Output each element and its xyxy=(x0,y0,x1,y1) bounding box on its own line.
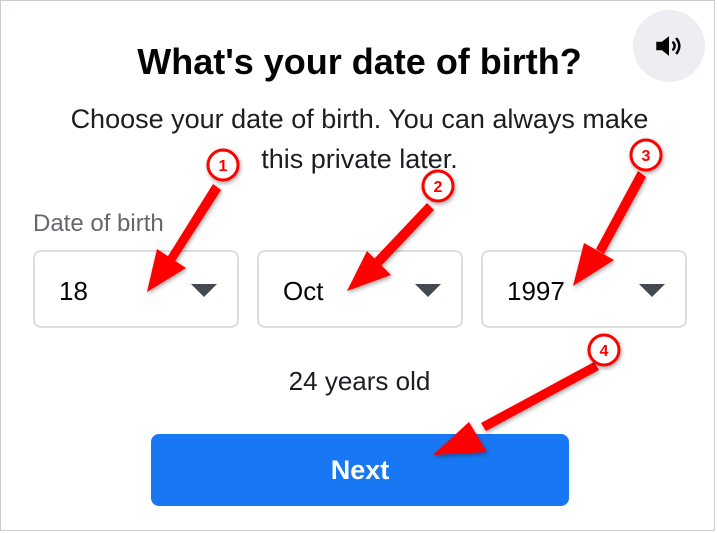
age-text: 24 years old xyxy=(288,366,431,396)
subtitle: Choose your date of birth. You can alway… xyxy=(41,99,678,179)
chevron-down-icon xyxy=(191,284,217,297)
subtitle-line-2: this private later. xyxy=(261,144,458,174)
subtitle-line-1: Choose your date of birth. You can alway… xyxy=(70,104,649,134)
month-select[interactable]: Oct xyxy=(257,250,463,328)
day-value: 18 xyxy=(59,276,88,306)
next-button[interactable]: Next xyxy=(151,434,569,506)
date-of-birth-dialog: What's your date of birth? Choose your d… xyxy=(0,0,715,531)
year-select[interactable]: 1997 xyxy=(481,250,687,328)
date-of-birth-label: Date of birth xyxy=(33,210,164,237)
day-select[interactable]: 18 xyxy=(33,250,239,328)
month-value: Oct xyxy=(283,276,324,306)
chevron-down-icon xyxy=(639,284,665,297)
chevron-down-icon xyxy=(415,284,441,297)
year-value: 1997 xyxy=(507,276,565,306)
page-title: What's your date of birth? xyxy=(137,41,582,82)
